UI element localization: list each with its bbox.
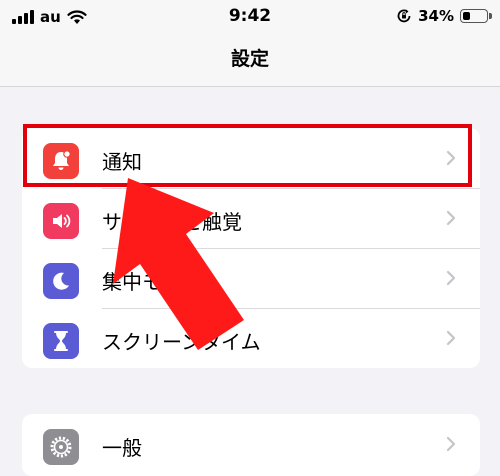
page-title: 設定 xyxy=(230,48,269,70)
general-icon-tile xyxy=(43,429,79,465)
chevron-right-icon xyxy=(446,330,456,346)
gear-icon xyxy=(50,436,72,458)
row-label: 集中モード xyxy=(102,270,202,294)
battery-level xyxy=(463,12,470,20)
battery-percentage: 34% xyxy=(418,7,454,25)
focus-icon-tile xyxy=(43,263,79,299)
row-label: スクリーンタイム xyxy=(102,330,261,354)
hourglass-icon xyxy=(54,331,68,351)
speaker-icon xyxy=(53,214,71,228)
moon-icon xyxy=(53,272,69,290)
row-label: サウンドと触覚 xyxy=(102,210,242,234)
chevron-right-icon xyxy=(446,210,456,226)
settings-row-screen-time[interactable]: スクリーンタイム xyxy=(22,308,480,368)
navigation-bar: 設定 xyxy=(0,34,500,87)
battery-icon xyxy=(460,9,492,23)
chevron-right-icon xyxy=(446,270,456,286)
settings-row-focus[interactable]: 集中モード xyxy=(22,248,480,308)
settings-row-sounds-haptics[interactable]: サウンドと触覚 xyxy=(22,188,480,248)
screen-time-icon-tile xyxy=(43,323,79,359)
settings-group-2: 一般 xyxy=(22,414,480,476)
status-bar: au 9:42 34% xyxy=(0,0,500,34)
settings-row-general[interactable]: 一般 xyxy=(22,414,480,474)
sounds-icon-tile xyxy=(43,203,79,239)
orientation-lock-icon xyxy=(397,9,411,23)
chevron-right-icon xyxy=(446,436,456,452)
highlight-box xyxy=(23,124,472,187)
row-label: 一般 xyxy=(102,436,142,460)
status-right: 34% xyxy=(396,7,492,25)
